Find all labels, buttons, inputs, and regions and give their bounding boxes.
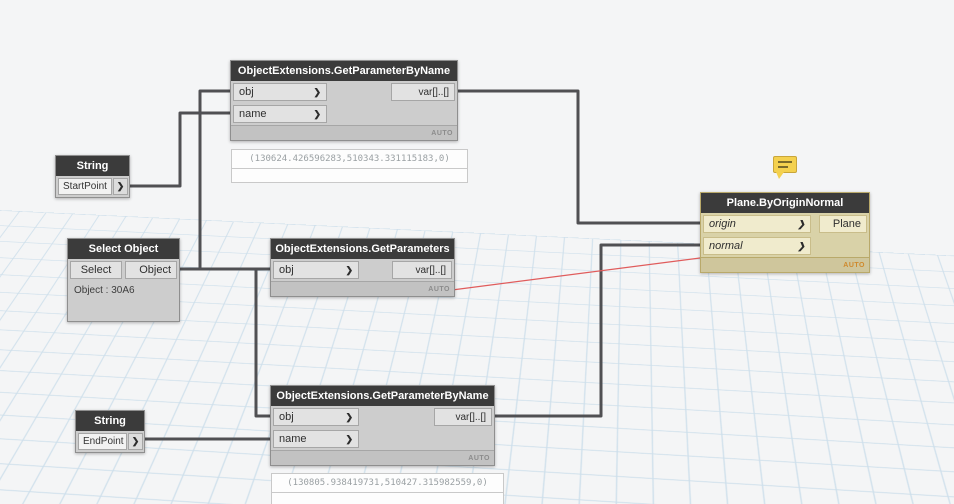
preview-bubble-top[interactable]: (130624.426596283,510343.331115183,0)	[231, 149, 468, 183]
node-title[interactable]: Select Object	[68, 239, 179, 259]
input-port-origin[interactable]: origin ❯	[703, 215, 811, 233]
port-label: var[]..[]	[455, 411, 486, 423]
node-footer: AUTO	[701, 257, 869, 272]
lacing-label[interactable]: AUTO	[431, 130, 453, 137]
note-tail	[776, 172, 784, 179]
selected-object-value: Object : 30A6	[74, 285, 135, 296]
input-port-obj[interactable]: obj ❯	[273, 261, 359, 279]
port-label: origin	[709, 218, 736, 230]
select-button[interactable]: Select	[70, 261, 122, 279]
node-title[interactable]: String	[76, 411, 144, 431]
output-port-object[interactable]: Object	[125, 261, 177, 279]
node-getparameterbyname-top[interactable]: ObjectExtensions.GetParameterByName obj …	[230, 60, 458, 141]
select-button-label: Select	[80, 264, 112, 276]
chevron-right-icon: ❯	[797, 240, 805, 251]
port-label: obj	[279, 264, 294, 276]
node-title[interactable]: ObjectExtensions.GetParameterByName	[271, 386, 494, 406]
output-port-var[interactable]: var[]..[]	[434, 408, 492, 426]
node-footer: AUTO	[271, 281, 454, 296]
string-value: EndPoint	[83, 436, 124, 447]
error-wire[interactable]	[451, 257, 701, 291]
preview-value: (130624.426596283,510343.331115183,0)	[231, 149, 468, 169]
preview-value: (130805.938419731,510427.315982559,0)	[271, 473, 504, 493]
wire-select-to-top-obj[interactable]	[178, 89, 232, 271]
node-title[interactable]: Plane.ByOriginNormal	[701, 193, 869, 213]
chevron-right-icon: ❯	[345, 264, 353, 275]
lacing-label[interactable]: AUTO	[843, 262, 865, 269]
chevron-right-icon: ❯	[131, 436, 140, 446]
string-value: StartPoint	[63, 181, 107, 192]
preview-footer	[231, 169, 468, 183]
lacing-label[interactable]: AUTO	[428, 286, 450, 293]
input-port-obj[interactable]: obj ❯	[273, 408, 359, 426]
string-value-input[interactable]: StartPoint	[58, 178, 112, 195]
input-port-obj[interactable]: obj ❯	[233, 83, 327, 101]
output-port-string[interactable]: ❯	[113, 178, 128, 195]
node-title[interactable]: String	[56, 156, 129, 176]
wire-select-to-bottom-obj[interactable]	[178, 267, 272, 418]
port-label: normal	[709, 240, 743, 252]
note-icon[interactable]	[773, 156, 797, 179]
chevron-right-icon: ❯	[345, 433, 353, 444]
chevron-right-icon: ❯	[313, 86, 321, 97]
node-title[interactable]: ObjectExtensions.GetParameters	[271, 239, 454, 259]
chevron-right-icon: ❯	[797, 218, 805, 229]
string-value-input[interactable]: EndPoint	[78, 433, 127, 450]
output-port-var[interactable]: var[]..[]	[391, 83, 455, 101]
note-text-line	[778, 161, 792, 163]
output-port-var[interactable]: var[]..[]	[392, 261, 452, 279]
port-label: var[]..[]	[415, 264, 446, 276]
output-port-plane[interactable]: Plane	[819, 215, 867, 233]
output-port-string[interactable]: ❯	[128, 433, 143, 450]
node-footer: AUTO	[271, 450, 494, 465]
wire-topvar-to-origin[interactable]	[456, 89, 702, 225]
node-select-object[interactable]: Select Object Select Object Object : 30A…	[67, 238, 180, 322]
port-label: Object	[139, 264, 171, 276]
input-port-name[interactable]: name ❯	[233, 105, 327, 123]
port-label: var[]..[]	[418, 86, 449, 98]
node-getparameters[interactable]: ObjectExtensions.GetParameters obj ❯ var…	[270, 238, 455, 297]
input-port-normal[interactable]: normal ❯	[703, 237, 811, 255]
input-port-name[interactable]: name ❯	[273, 430, 359, 448]
chevron-right-icon: ❯	[116, 181, 125, 191]
node-string-startpoint[interactable]: String StartPoint ❯	[55, 155, 130, 198]
preview-footer	[271, 493, 504, 504]
note-text-line	[778, 166, 788, 168]
port-label: obj	[239, 86, 254, 98]
chevron-right-icon: ❯	[313, 108, 321, 119]
lacing-label[interactable]: AUTO	[468, 455, 490, 462]
preview-bubble-bottom[interactable]: (130805.938419731,510427.315982559,0)	[271, 473, 504, 504]
node-string-endpoint[interactable]: String EndPoint ❯	[75, 410, 145, 453]
node-getparameterbyname-bottom[interactable]: ObjectExtensions.GetParameterByName obj …	[270, 385, 495, 466]
port-label: Plane	[832, 218, 861, 230]
port-label: name	[239, 108, 267, 120]
node-title[interactable]: ObjectExtensions.GetParameterByName	[231, 61, 457, 81]
node-plane-byoriginnormal[interactable]: Plane.ByOriginNormal origin ❯ Plane norm…	[700, 192, 870, 273]
port-label: name	[279, 433, 307, 445]
chevron-right-icon: ❯	[345, 411, 353, 422]
node-footer: AUTO	[231, 125, 457, 140]
wire-startpoint-to-name[interactable]	[128, 111, 232, 188]
port-label: obj	[279, 411, 294, 423]
